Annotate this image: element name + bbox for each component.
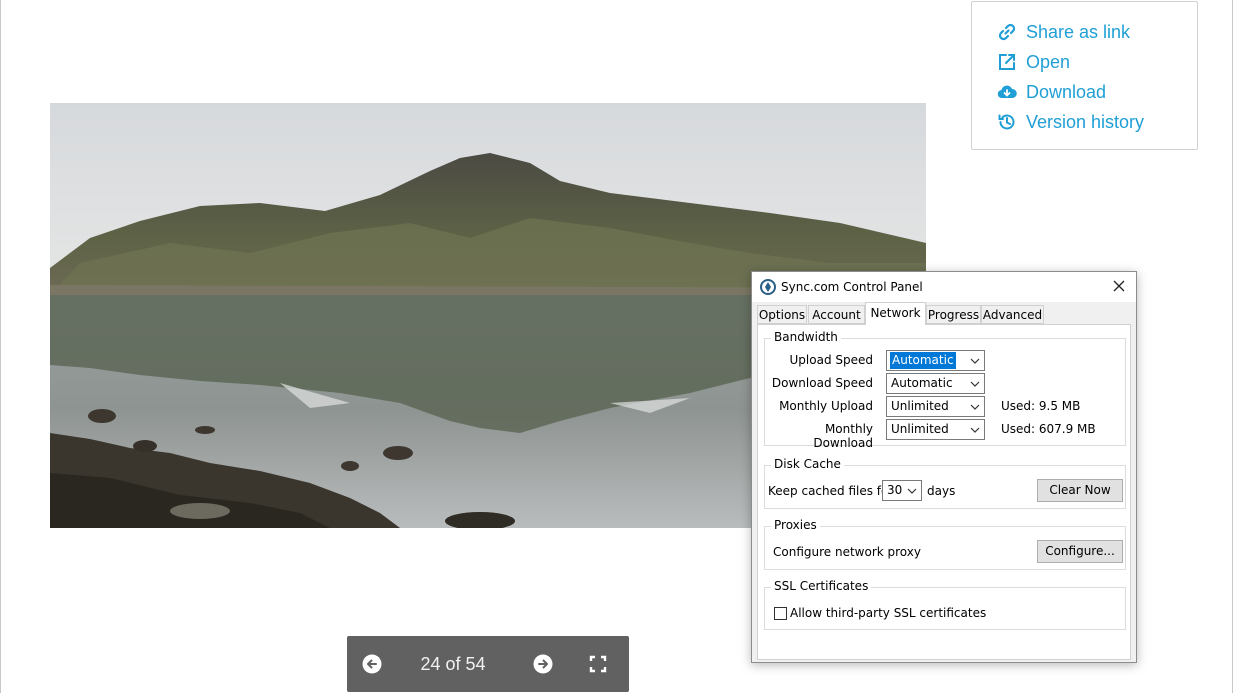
allow-third-party-ssl-label: Allow third-party SSL certificates	[790, 606, 987, 620]
download-speed-select[interactable]: Automatic	[886, 373, 985, 394]
monthly-upload-value: Unlimited	[891, 399, 949, 413]
chevron-down-icon	[970, 358, 980, 364]
dialog-title: Sync.com Control Panel	[781, 280, 923, 294]
disk-cache-group-label: Disk Cache	[771, 457, 844, 471]
disk-cache-group: Disk Cache Keep cached files for 30 days…	[764, 457, 1126, 509]
version-history-label: Version history	[1026, 111, 1145, 132]
fullscreen-icon	[589, 655, 607, 673]
bandwidth-group-label: Bandwidth	[771, 330, 841, 344]
proxies-group: Proxies Configure network proxy Configur…	[764, 518, 1126, 570]
cache-days-value: 30	[887, 483, 903, 497]
fullscreen-button[interactable]	[588, 654, 608, 674]
share-as-link-action[interactable]: Share as link	[996, 19, 1130, 45]
monthly-upload-select[interactable]: Unlimited	[886, 396, 985, 417]
monthly-upload-label: Monthly Upload	[779, 399, 873, 413]
ssl-group-label: SSL Certificates	[771, 579, 872, 593]
monthly-download-value: Unlimited	[891, 422, 949, 436]
close-icon[interactable]	[1110, 277, 1128, 295]
open-action[interactable]: Open	[996, 49, 1070, 75]
monthly-download-used: Used: 607.9 MB	[1001, 422, 1096, 436]
proxies-group-label: Proxies	[771, 518, 820, 532]
page-left-border	[0, 0, 1, 693]
upload-speed-value: Automatic	[890, 352, 956, 369]
arrow-right-icon	[533, 654, 553, 674]
chevron-down-icon	[970, 404, 980, 410]
cloud-download-icon	[996, 81, 1018, 103]
open-label: Open	[1026, 51, 1071, 72]
link-icon	[996, 21, 1018, 43]
download-speed-label: Download Speed	[771, 376, 873, 390]
configure-button[interactable]: Configure...	[1037, 540, 1123, 563]
next-image-button[interactable]	[533, 654, 553, 674]
monthly-download-label: Monthly Download	[813, 422, 873, 450]
tab-advanced[interactable]: Advanced	[981, 305, 1044, 324]
version-history-action[interactable]: Version history	[996, 109, 1144, 135]
upload-speed-select[interactable]: Automatic	[886, 350, 985, 371]
share-as-link-label: Share as link	[1026, 21, 1131, 42]
dialog-titlebar[interactable]: Sync.com Control Panel	[752, 272, 1136, 302]
monthly-upload-used: Used: 9.5 MB	[1001, 399, 1081, 413]
monthly-download-select[interactable]: Unlimited	[886, 419, 985, 440]
viewer-navigation: 24 of 54	[347, 636, 629, 692]
chevron-down-icon	[907, 488, 917, 494]
bandwidth-group: Bandwidth Upload Speed Automatic Downloa…	[764, 330, 1126, 450]
clear-now-button[interactable]: Clear Now	[1037, 479, 1123, 502]
external-open-icon	[996, 51, 1018, 73]
chevron-down-icon	[970, 381, 980, 387]
tab-options[interactable]: Options	[757, 305, 807, 324]
chevron-down-icon	[970, 427, 980, 433]
cache-days-select[interactable]: 30	[882, 480, 922, 501]
download-speed-value: Automatic	[891, 376, 953, 390]
image-counter: 24 of 54	[420, 654, 486, 674]
tab-network[interactable]: Network	[865, 302, 926, 325]
tab-account[interactable]: Account	[808, 305, 865, 324]
configure-proxy-label: Configure network proxy	[773, 545, 921, 559]
file-actions-menu: Share as link Open Download Version hist	[971, 1, 1198, 150]
days-label: days	[927, 484, 956, 498]
allow-third-party-ssl-checkbox[interactable]	[774, 607, 787, 620]
arrow-left-icon	[362, 654, 382, 674]
tab-progress[interactable]: Progress	[926, 305, 981, 324]
download-label: Download	[1026, 81, 1107, 102]
ssl-certificates-group: SSL Certificates Allow third-party SSL c…	[764, 579, 1126, 630]
control-panel-dialog: Sync.com Control Panel Options Account N…	[751, 271, 1137, 663]
history-icon	[996, 111, 1018, 133]
upload-speed-label: Upload Speed	[789, 353, 873, 367]
keep-cached-label: Keep cached files for	[768, 484, 894, 498]
network-tab-panel: Bandwidth Upload Speed Automatic Downloa…	[757, 324, 1131, 660]
download-action[interactable]: Download	[996, 79, 1106, 105]
sync-logo-icon	[760, 279, 776, 295]
previous-image-button[interactable]	[362, 654, 382, 674]
